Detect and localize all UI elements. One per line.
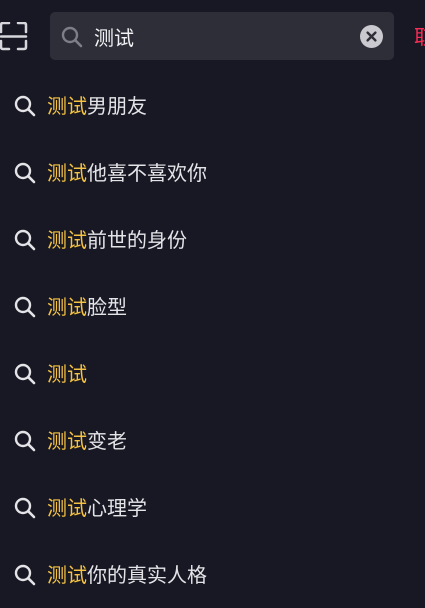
search-icon [13,295,37,319]
suggestion-rest: 他喜不喜欢你 [87,161,207,185]
suggestion-highlight: 测试 [47,295,87,319]
suggestion-highlight: 测试 [47,563,87,587]
suggestion-rest: 脸型 [87,295,127,319]
search-icon [13,362,37,386]
suggestion-item[interactable]: 测试心理学 [0,474,425,541]
search-icon [13,496,37,520]
suggestion-item[interactable]: 测试脸型 [0,273,425,340]
clear-button[interactable] [360,25,383,48]
search-icon [60,25,84,49]
search-box[interactable] [50,12,394,60]
search-icon [13,563,37,587]
suggestion-rest: 变老 [87,429,127,453]
suggestion-text: 测试 [47,357,87,391]
suggestion-text: 测试前世的身份 [47,223,187,257]
suggestion-highlight: 测试 [47,94,87,118]
suggestion-rest: 前世的身份 [87,228,187,252]
suggestion-rest: 心理学 [87,496,147,520]
search-bar: 取消 [0,0,425,72]
suggestion-text: 测试心理学 [47,491,147,525]
suggestion-item[interactable]: 测试男朋友 [0,72,425,139]
search-icon [13,94,37,118]
suggestion-highlight: 测试 [47,161,87,185]
suggestion-text: 测试变老 [47,424,127,458]
search-input[interactable] [94,20,354,52]
search-icon [13,228,37,252]
suggestion-rest: 男朋友 [87,94,147,118]
suggestion-item[interactable]: 测试变老 [0,407,425,474]
suggestion-highlight: 测试 [47,496,87,520]
suggestion-highlight: 测试 [47,362,87,386]
search-icon [13,161,37,185]
suggestion-item[interactable]: 测试前世的身份 [0,206,425,273]
search-icon [13,429,37,453]
scan-icon [0,22,30,52]
suggestion-text: 测试脸型 [47,290,127,324]
suggestion-text: 测试他喜不喜欢你 [47,156,207,190]
suggestion-highlight: 测试 [47,429,87,453]
clear-icon [360,25,383,48]
suggestion-item[interactable]: 测试他喜不喜欢你 [0,139,425,206]
suggestion-item[interactable]: 测试 [0,340,425,407]
suggestion-rest: 你的真实人格 [87,563,207,587]
scan-button[interactable] [0,22,30,52]
suggestion-highlight: 测试 [47,228,87,252]
suggestion-text: 测试男朋友 [47,89,147,123]
suggestion-text: 测试你的真实人格 [47,558,207,592]
suggestion-item[interactable]: 测试你的真实人格 [0,541,425,608]
cancel-button[interactable]: 取消 [414,20,425,54]
suggestion-list: 测试男朋友 测试他喜不喜欢你 测试前世的身份 测试脸型 测试 测试变老 测试心理… [0,72,425,608]
